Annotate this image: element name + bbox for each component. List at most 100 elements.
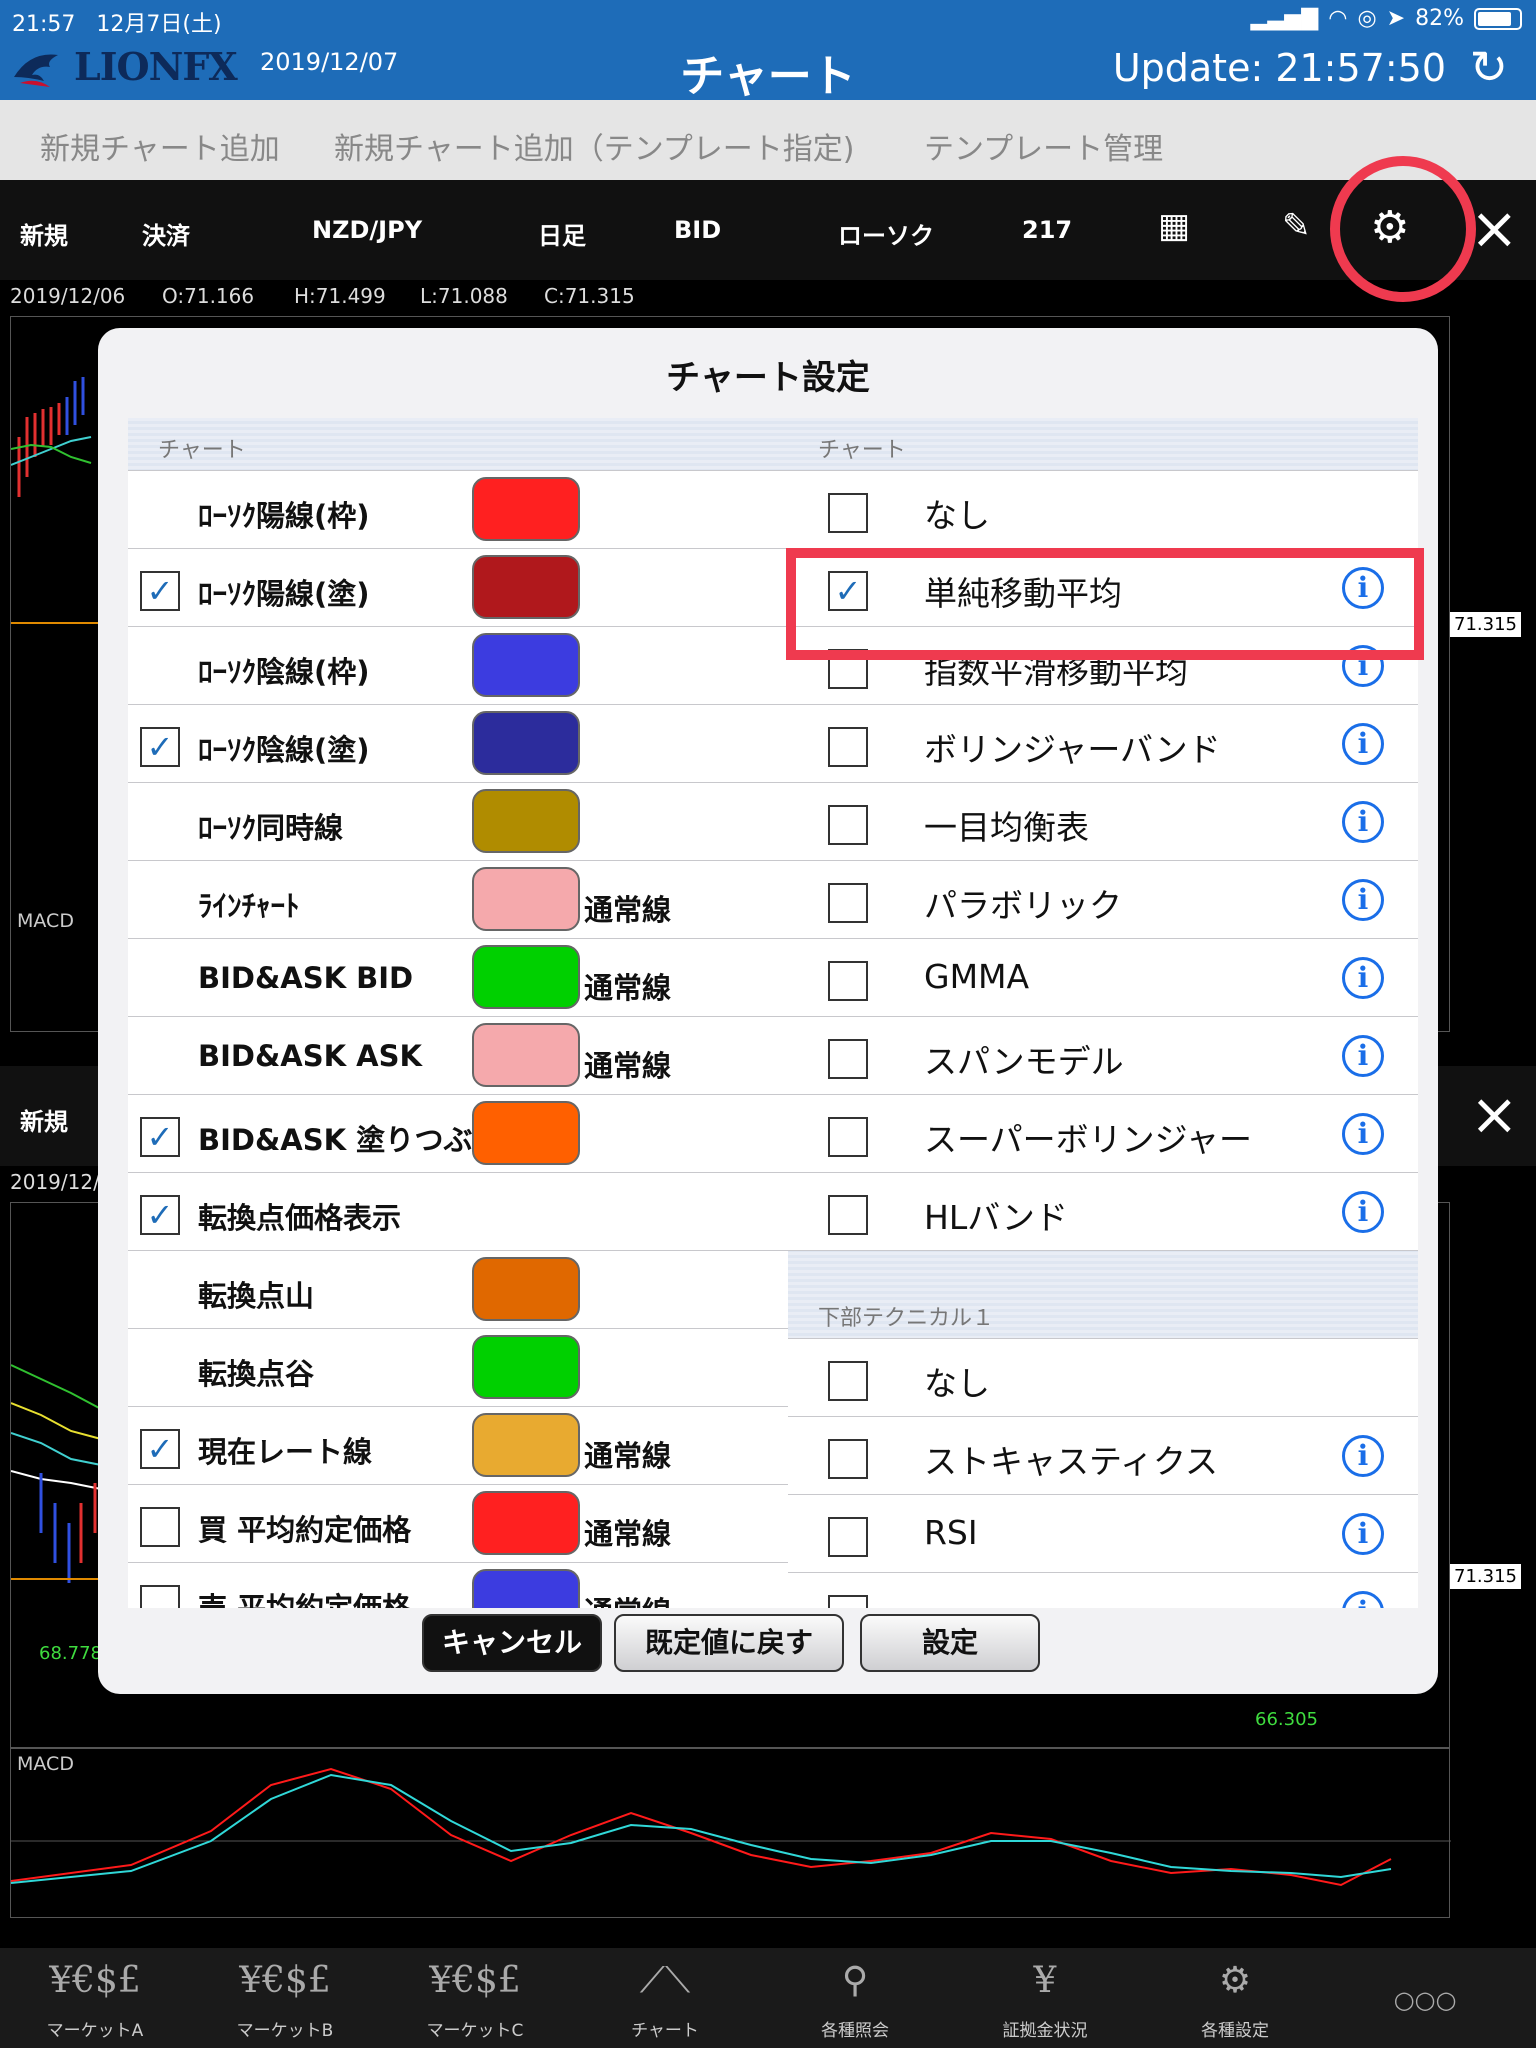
- color-swatch[interactable]: [472, 1335, 580, 1399]
- line-type-label[interactable]: 通常線: [584, 1589, 671, 1608]
- info-icon[interactable]: i: [1342, 1035, 1384, 1077]
- color-swatch[interactable]: [472, 867, 580, 931]
- color-swatch[interactable]: [472, 633, 580, 697]
- setting-row[interactable]: ✓ 転換点価格表示: [128, 1173, 804, 1251]
- indicator-row[interactable]: スパンモデル i: [788, 1017, 1418, 1095]
- color-swatch[interactable]: [472, 945, 580, 1009]
- pencil-icon[interactable]: ✎: [1282, 206, 1311, 246]
- indicator-row[interactable]: ボリンジャーバンド i: [788, 705, 1418, 783]
- checkbox[interactable]: [140, 1585, 180, 1608]
- color-swatch[interactable]: [472, 1569, 580, 1608]
- indicator-row[interactable]: 一目均衡表 i: [788, 783, 1418, 861]
- info-icon[interactable]: i: [1342, 879, 1384, 921]
- setting-row[interactable]: 買 平均約定価格 通常線: [128, 1485, 804, 1563]
- indicator-row[interactable]: GMMA i: [788, 939, 1418, 1017]
- color-swatch[interactable]: [472, 555, 580, 619]
- calculator-icon[interactable]: ▦: [1158, 206, 1190, 246]
- checkbox[interactable]: [828, 1517, 868, 1557]
- tab-item[interactable]: ⚲ 各種照会: [760, 1948, 950, 2048]
- indicator-row[interactable]: スーパーボリンジャー i: [788, 1095, 1418, 1173]
- chart-color-settings[interactable]: チャート ﾛｰｿｸ陽線(枠) ✓ ﾛｰｿｸ陽線(塗) ﾛｰｿｸ陰線(枠) ✓ ﾛｰｿｸ陰線…: [128, 418, 804, 1608]
- setting-row[interactable]: ﾗｲﾝﾁｬｰﾄ 通常線: [128, 861, 804, 939]
- info-icon[interactable]: i: [1342, 723, 1384, 765]
- setting-row[interactable]: ﾛｰｿｸ陽線(枠): [128, 471, 804, 549]
- tab-item[interactable]: ¥€$£ マーケットA: [0, 1948, 190, 2048]
- indicator-row[interactable]: RSI i: [788, 1495, 1418, 1573]
- color-swatch[interactable]: [472, 477, 580, 541]
- settle-button[interactable]: 決済: [142, 216, 190, 251]
- info-icon[interactable]: i: [1342, 957, 1384, 999]
- setting-row[interactable]: ✓ 現在レート線 通常線: [128, 1407, 804, 1485]
- setting-row[interactable]: 転換点谷: [128, 1329, 804, 1407]
- info-icon[interactable]: i: [1342, 801, 1384, 843]
- color-swatch[interactable]: [472, 1257, 580, 1321]
- checkbox[interactable]: [828, 961, 868, 1001]
- tab-item[interactable]: ¥ 証拠金状況: [950, 1948, 1140, 2048]
- checkbox[interactable]: [828, 727, 868, 767]
- checkbox[interactable]: [828, 1361, 868, 1401]
- color-swatch[interactable]: [472, 1491, 580, 1555]
- bid-ask-select[interactable]: BID: [674, 216, 721, 244]
- info-icon[interactable]: i: [1342, 1113, 1384, 1155]
- period-select[interactable]: 日足: [538, 216, 586, 251]
- close-chart-icon-2[interactable]: ×: [1470, 1080, 1519, 1148]
- checkbox[interactable]: [828, 1117, 868, 1157]
- setting-row[interactable]: ﾛｰｿｸ同時線: [128, 783, 804, 861]
- checkbox-checked[interactable]: ✓: [140, 571, 180, 611]
- line-type-label[interactable]: 通常線: [584, 887, 671, 929]
- menu-add-chart-template[interactable]: 新規チャート追加（テンプレート指定): [334, 124, 855, 168]
- info-icon[interactable]: i: [1342, 1435, 1384, 1477]
- color-swatch[interactable]: [472, 789, 580, 853]
- apply-settings-button[interactable]: 設定: [860, 1614, 1040, 1672]
- line-type-label[interactable]: 通常線: [584, 1433, 671, 1475]
- cancel-button[interactable]: キャンセル: [422, 1614, 602, 1672]
- checkbox[interactable]: [140, 1507, 180, 1547]
- checkbox-checked[interactable]: ✓: [140, 727, 180, 767]
- setting-row[interactable]: ✓ ﾛｰｿｸ陰線(塗): [128, 705, 804, 783]
- checkbox[interactable]: [828, 1595, 868, 1608]
- setting-row[interactable]: 売 平均約定価格 通常線: [128, 1563, 804, 1608]
- color-swatch[interactable]: [472, 1101, 580, 1165]
- indicator-row[interactable]: なし: [788, 471, 1418, 549]
- setting-row[interactable]: 転換点山: [128, 1251, 804, 1329]
- checkbox[interactable]: [828, 1039, 868, 1079]
- tab-item[interactable]: ¥€$£ マーケットB: [190, 1948, 380, 2048]
- color-swatch[interactable]: [472, 1023, 580, 1087]
- setting-row[interactable]: ✓ ﾛｰｿｸ陽線(塗): [128, 549, 804, 627]
- new-order-button[interactable]: 新規: [20, 216, 68, 251]
- close-chart-icon[interactable]: ×: [1470, 194, 1519, 262]
- indicator-row[interactable]: ストキャスティクス i: [788, 1417, 1418, 1495]
- new-order-button-2[interactable]: 新規: [20, 1102, 68, 1137]
- info-icon[interactable]: i: [1342, 1191, 1384, 1233]
- setting-row[interactable]: BID&ASK BID 通常線: [128, 939, 804, 1017]
- menu-template-manage[interactable]: テンプレート管理: [924, 124, 1163, 168]
- tab-item[interactable]: ⟋⟍ チャート: [570, 1948, 760, 2048]
- setting-row[interactable]: ﾛｰｿｸ陰線(枠): [128, 627, 804, 705]
- menu-add-chart[interactable]: 新規チャート追加: [40, 124, 280, 168]
- tab-item[interactable]: ○○○: [1330, 1948, 1520, 2048]
- color-swatch[interactable]: [472, 711, 580, 775]
- info-icon[interactable]: i: [1342, 1513, 1384, 1555]
- checkbox-checked[interactable]: ✓: [140, 1429, 180, 1469]
- indicator-row[interactable]: なし: [788, 1339, 1418, 1417]
- setting-row[interactable]: ✓ BID&ASK 塗りつぶし: [128, 1095, 804, 1173]
- checkbox[interactable]: [828, 1439, 868, 1479]
- reset-default-button[interactable]: 既定値に戻す: [614, 1614, 844, 1672]
- checkbox[interactable]: [828, 883, 868, 923]
- color-swatch[interactable]: [472, 1413, 580, 1477]
- line-type-label[interactable]: 通常線: [584, 1511, 671, 1553]
- refresh-icon[interactable]: ↻: [1469, 40, 1508, 94]
- currency-pair-select[interactable]: NZD/JPY: [312, 216, 422, 244]
- tab-item[interactable]: ⚙ 各種設定: [1140, 1948, 1330, 2048]
- checkbox[interactable]: [828, 805, 868, 845]
- indicator-row[interactable]: パラボリック i: [788, 861, 1418, 939]
- checkbox[interactable]: [828, 1195, 868, 1235]
- indicator-row[interactable]: i: [788, 1573, 1418, 1608]
- line-type-label[interactable]: 通常線: [584, 965, 671, 1007]
- indicator-row[interactable]: HLバンド i: [788, 1173, 1418, 1251]
- line-type-label[interactable]: 通常線: [584, 1043, 671, 1085]
- macd-panel[interactable]: MACD: [10, 1748, 1451, 1918]
- checkbox[interactable]: [828, 493, 868, 533]
- checkbox-checked[interactable]: ✓: [140, 1117, 180, 1157]
- tab-item[interactable]: ¥€$£ マーケットC: [380, 1948, 570, 2048]
